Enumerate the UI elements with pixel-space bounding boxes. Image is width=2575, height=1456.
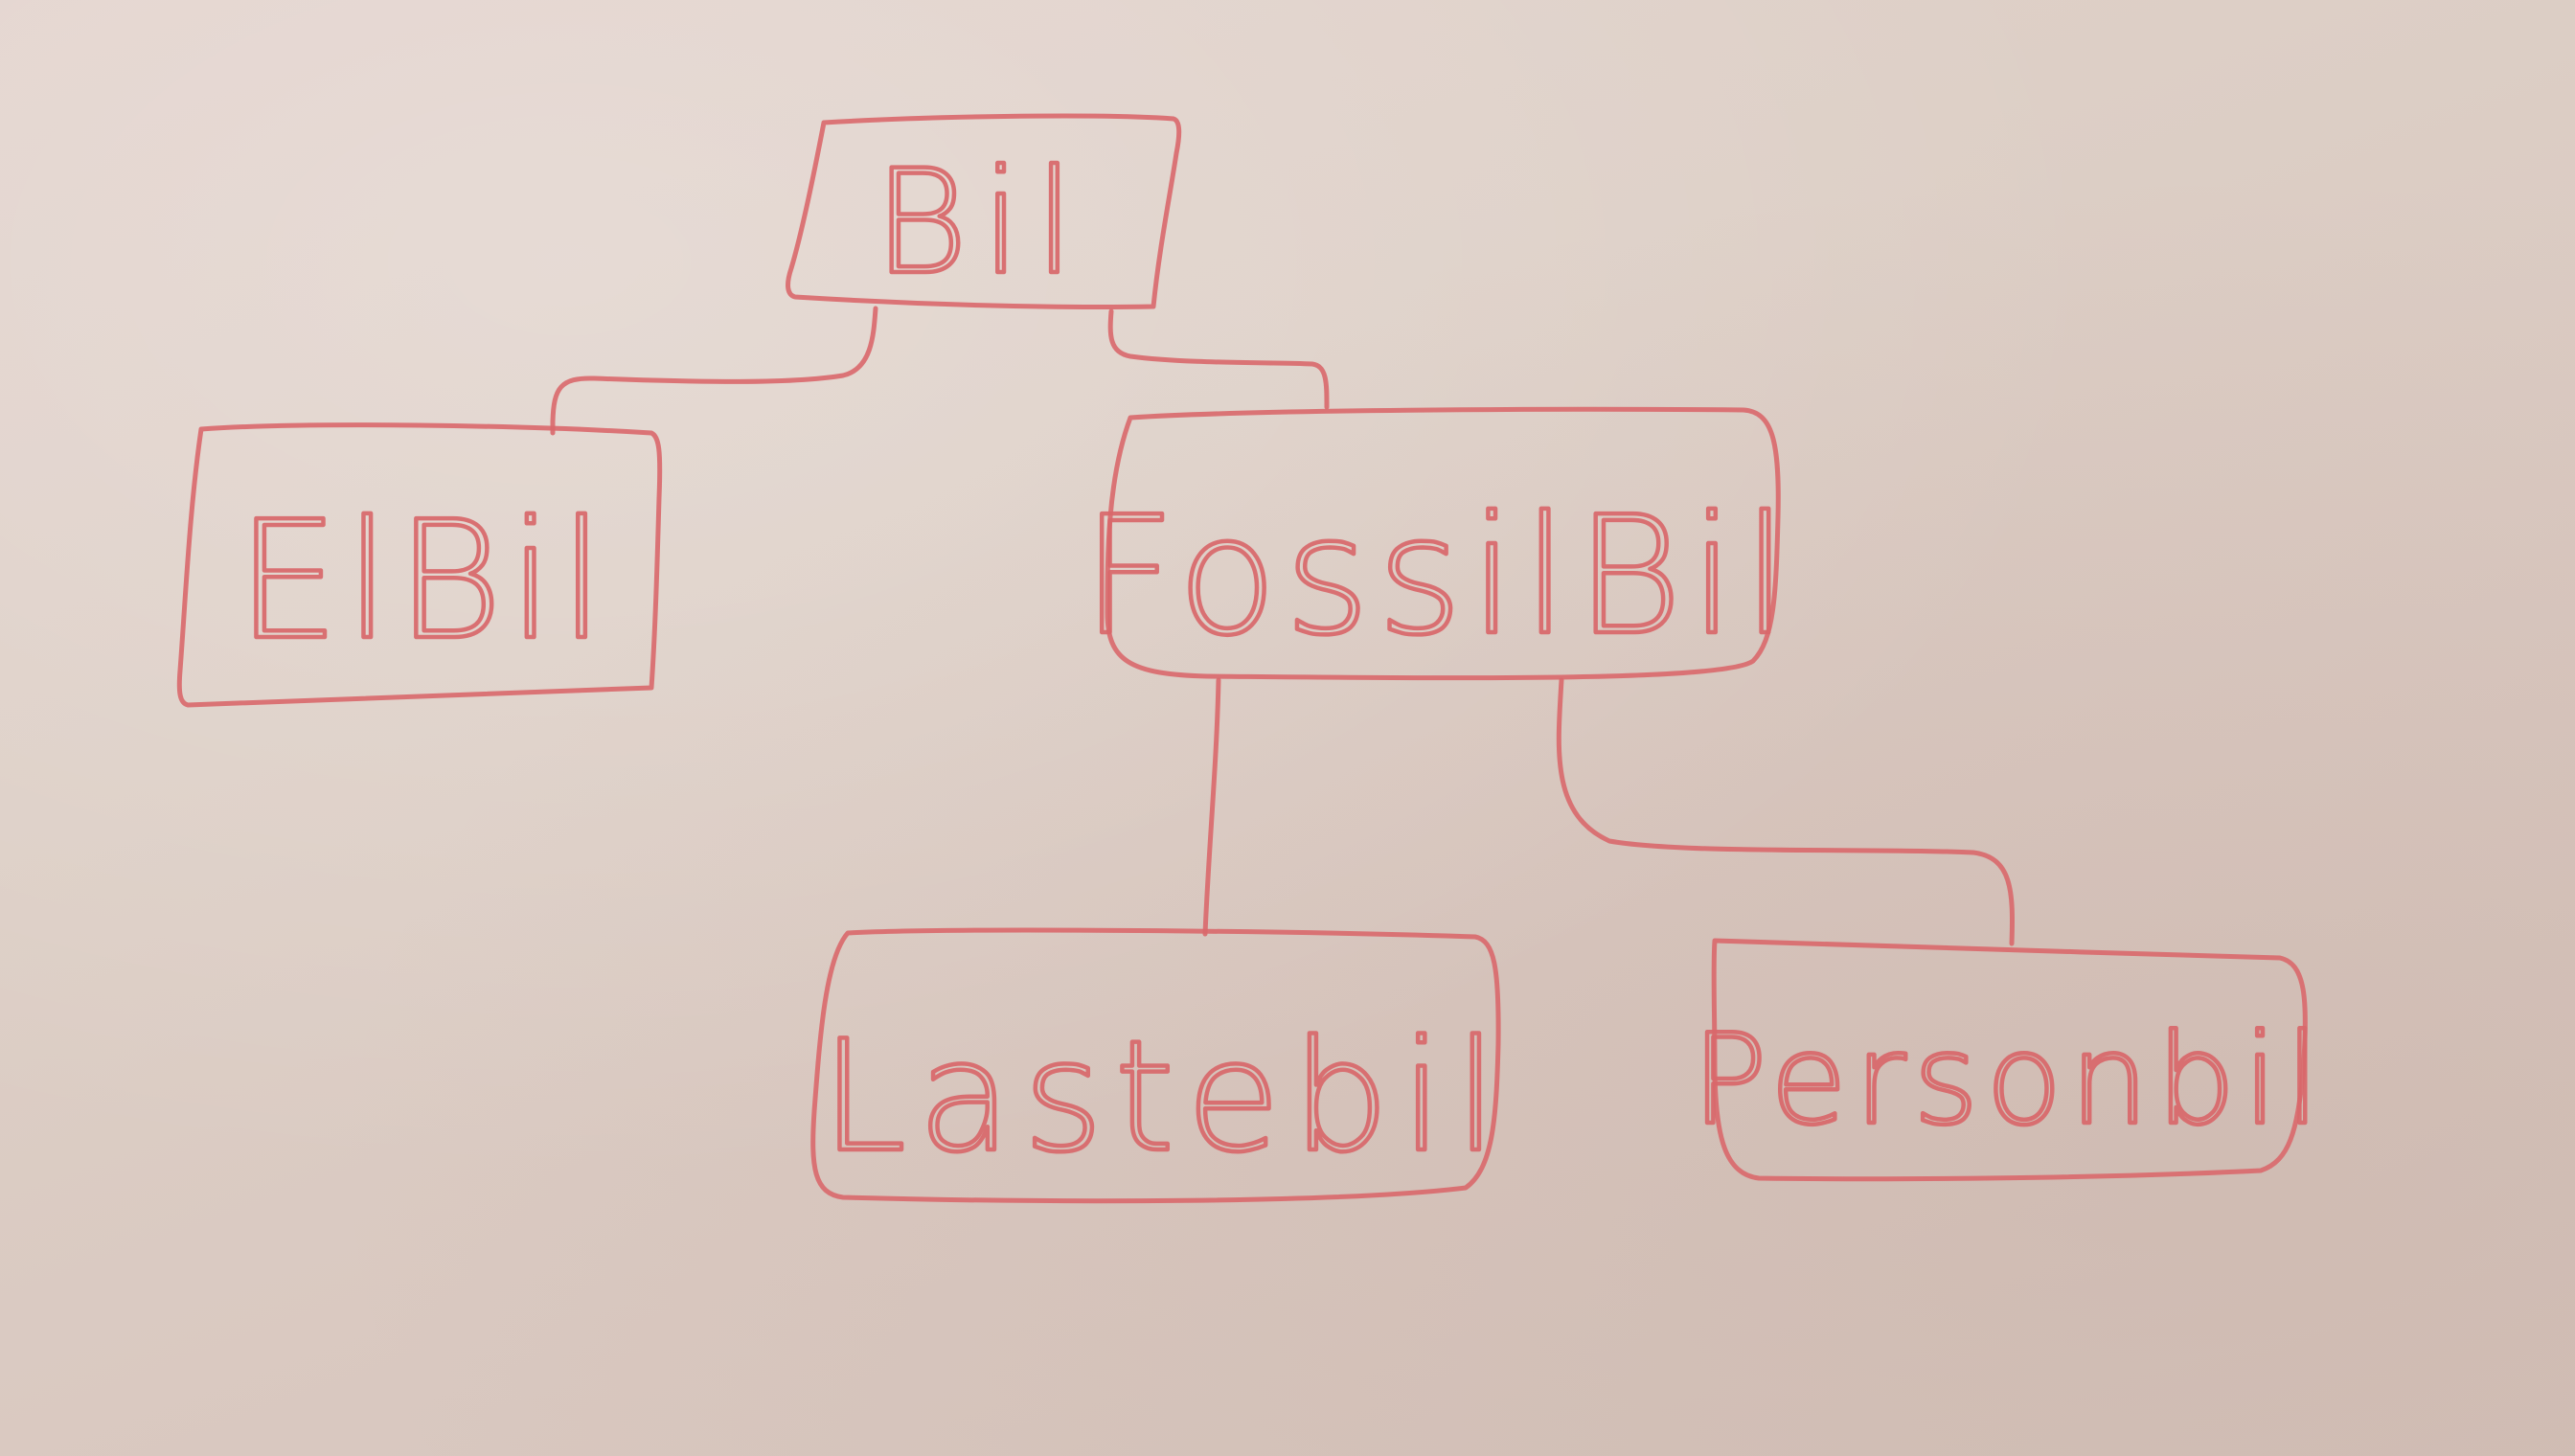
node-fossilbil-label: FossilBil (1082, 482, 1795, 671)
node-lastebil: Lastebil (810, 927, 1509, 1204)
hierarchy-diagram: Bil ElBil FossilBil Lastebil Personbil (176, 113, 2328, 1204)
node-bil-label: Bil (874, 140, 1088, 307)
node-fossilbil: FossilBil (1080, 406, 1795, 681)
node-personbil: Personbil (1690, 938, 2328, 1182)
edge-bil-elbil (550, 306, 878, 436)
whiteboard: Bil ElBil FossilBil Lastebil Personbil (0, 0, 2575, 1456)
edge-bil-fossilbil (1107, 308, 1330, 410)
node-personbil-label: Personbil (1692, 1007, 2328, 1152)
edge-fossilbil-personbil (1556, 677, 2016, 946)
node-elbil-label: ElBil (237, 487, 610, 676)
edge-fossilbil-lastebil (1202, 677, 1221, 937)
node-lastebil-label: Lastebil (821, 1007, 1509, 1186)
node-bil: Bil (786, 113, 1182, 310)
node-elbil: ElBil (176, 422, 663, 708)
